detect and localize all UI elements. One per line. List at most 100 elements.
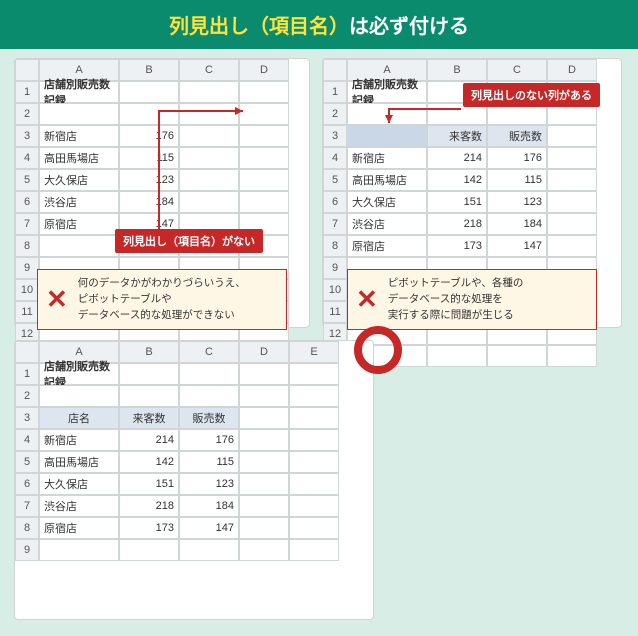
- cell: [547, 125, 597, 147]
- cell: [289, 363, 339, 385]
- cell: 123: [179, 473, 239, 495]
- cell: 来客数: [119, 407, 179, 429]
- cell: [239, 385, 289, 407]
- cell: [179, 539, 239, 561]
- cell: [547, 147, 597, 169]
- cell: [239, 363, 289, 385]
- cell: 新宿店: [347, 147, 427, 169]
- col-header-C: C: [179, 341, 239, 363]
- cell: [239, 429, 289, 451]
- cell: 218: [119, 495, 179, 517]
- warning-box: ✕ 何のデータかがわかりづらいうえ、 ピボットテーブルや データベース的な処理が…: [37, 269, 287, 330]
- row-header: 7: [323, 213, 347, 235]
- cell: 214: [427, 147, 487, 169]
- cell: 176: [487, 147, 547, 169]
- cell: 店舗別販売数記録: [39, 81, 119, 103]
- row-header: 5: [323, 169, 347, 191]
- arrow-icon: [153, 105, 253, 245]
- cell: 142: [427, 169, 487, 191]
- col-header-D: D: [239, 341, 289, 363]
- col-header-D: D: [547, 59, 597, 81]
- cell: [119, 385, 179, 407]
- row-header: 1: [15, 363, 39, 385]
- cell: [427, 345, 487, 367]
- page-title: 列見出し（項目名）は必ず付ける: [0, 0, 638, 49]
- cell: [239, 539, 289, 561]
- cell: [239, 517, 289, 539]
- panel-good: A B C D E 1店舗別販売数記録 2 3店名来客数販売数 4新宿店2141…: [14, 340, 374, 620]
- cell: [39, 385, 119, 407]
- annotation-tag: 列見出しのない列がある: [463, 83, 600, 107]
- cell: 大久保店: [39, 169, 119, 191]
- row-header: 3: [15, 125, 39, 147]
- cell: [119, 81, 179, 103]
- cell: [239, 451, 289, 473]
- cell: 店舗別販売数記録: [39, 363, 119, 385]
- cell: [547, 169, 597, 191]
- cell: 176: [179, 429, 239, 451]
- row-header: 6: [15, 473, 39, 495]
- cell: [119, 363, 179, 385]
- cell: 大久保店: [39, 473, 119, 495]
- cell: [547, 345, 597, 367]
- cell: 新宿店: [39, 429, 119, 451]
- cell: 原宿店: [347, 235, 427, 257]
- x-icon: ✕: [46, 280, 68, 319]
- col-header-D: D: [239, 59, 289, 81]
- row-header: 7: [15, 213, 39, 235]
- cell: [179, 81, 239, 103]
- row-header: 11: [323, 301, 347, 323]
- row-header: 2: [323, 103, 347, 125]
- cell: [347, 125, 427, 147]
- cell: 214: [119, 429, 179, 451]
- row-header: 8: [15, 517, 39, 539]
- cell: 173: [427, 235, 487, 257]
- row-header: 11: [15, 301, 39, 323]
- cell: 大久保店: [347, 191, 427, 213]
- cell: [547, 235, 597, 257]
- cell: 115: [179, 451, 239, 473]
- cell: [289, 473, 339, 495]
- cell: 151: [427, 191, 487, 213]
- cell: 184: [487, 213, 547, 235]
- cell: 高田馬場店: [39, 147, 119, 169]
- arrow-icon: [383, 103, 463, 127]
- row-header: 2: [15, 385, 39, 407]
- panel-bad-right: A B C D 1店舗別販売数記録 2 3来客数販売数 4新宿店214176 5…: [322, 58, 622, 328]
- row-header: 7: [15, 495, 39, 517]
- col-header-E: E: [289, 341, 339, 363]
- cell: [239, 81, 289, 103]
- col-header-B: B: [119, 59, 179, 81]
- cell: 173: [119, 517, 179, 539]
- title-rest: は必ず付ける: [349, 16, 469, 38]
- row-header: 3: [323, 125, 347, 147]
- cell: 123: [487, 191, 547, 213]
- row-header: 9: [323, 257, 347, 279]
- row-header: 9: [15, 539, 39, 561]
- row-header: 6: [15, 191, 39, 213]
- cell: [289, 385, 339, 407]
- cell: [239, 407, 289, 429]
- cell: 高田馬場店: [39, 451, 119, 473]
- cell: [487, 345, 547, 367]
- cell: [289, 429, 339, 451]
- cell: 来客数: [427, 125, 487, 147]
- cell: 115: [487, 169, 547, 191]
- cell: [289, 517, 339, 539]
- x-icon: ✕: [356, 280, 378, 319]
- cell: 147: [487, 235, 547, 257]
- annotation-tag: 列見出し（項目名）がない: [115, 229, 263, 253]
- corner-cell: [15, 341, 39, 363]
- row-header: 4: [323, 147, 347, 169]
- cell: [179, 363, 239, 385]
- panel-bad-left: A B C D 1店舗別販売数記録 2 3新宿店176 4高田馬場店115 5大…: [14, 58, 310, 328]
- cell: 渋谷店: [39, 495, 119, 517]
- corner-cell: [323, 59, 347, 81]
- cell: [239, 473, 289, 495]
- cell: 店名: [39, 407, 119, 429]
- row-header: 1: [15, 81, 39, 103]
- warning-text: ピボットテーブルや、各種の データベース的な処理を 実行する際に問題が生じる: [388, 276, 524, 323]
- cell: 218: [427, 213, 487, 235]
- cell: [239, 495, 289, 517]
- cell: 販売数: [179, 407, 239, 429]
